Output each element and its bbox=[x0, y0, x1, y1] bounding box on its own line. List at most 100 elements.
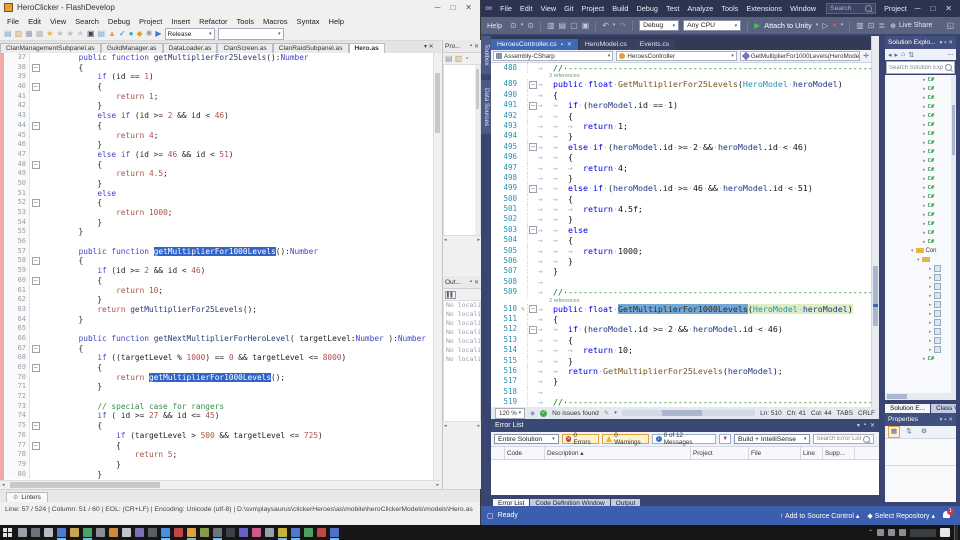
solution-explorer-search-box[interactable]: Search Solution Exp bbox=[886, 61, 955, 74]
navigate-forward-icon[interactable]: ⊙ bbox=[527, 21, 534, 30]
close-icon[interactable]: ✕ bbox=[948, 40, 953, 46]
chevron-down-icon[interactable]: ▾ bbox=[841, 21, 844, 30]
vs-titlebar[interactable]: ∞ File Edit View Git Project Build Debug Test An… bbox=[481, 0, 960, 17]
code-line[interactable]: 76 if (targetLevel > 500 && targetLevel … bbox=[0, 430, 433, 441]
menu-item-search[interactable]: Search bbox=[75, 17, 99, 26]
code-line[interactable]: 51 else bbox=[0, 188, 433, 199]
tab-ClanManagementSubpanel.as[interactable]: ClanManagementSubpanel.as bbox=[0, 43, 101, 53]
menu-item-debug[interactable]: Debug bbox=[636, 4, 658, 13]
taskbar-app-icon[interactable] bbox=[122, 528, 131, 537]
fold-collapse-icon[interactable]: – bbox=[529, 226, 537, 235]
vs-error-list-header[interactable]: Error List ▾ ▪ ✕ bbox=[491, 419, 879, 432]
code-line[interactable]: 79 } bbox=[0, 459, 433, 470]
tab-HeroModel.cs[interactable]: HeroModel.cs bbox=[578, 39, 633, 50]
scroll-left-icon[interactable]: ◂ bbox=[444, 423, 447, 429]
tree-item-project[interactable]: ▸ C# bbox=[885, 192, 956, 201]
code-line[interactable]: 64 } bbox=[0, 314, 433, 325]
tree-item-folder[interactable]: ▾ bbox=[885, 255, 956, 264]
menu-item-help[interactable]: Help bbox=[487, 21, 502, 30]
menu-item-window[interactable]: Window bbox=[790, 4, 816, 13]
code-line[interactable]: 52– { bbox=[0, 198, 433, 208]
code-line[interactable]: 516 → → return·GetMultiplierFor25Levels(h… bbox=[491, 365, 871, 377]
fd-toolbar-icon[interactable]: ★ bbox=[77, 30, 84, 38]
code-line[interactable]: 45 return 4; bbox=[0, 130, 433, 141]
split-window-icon[interactable]: ✛ bbox=[863, 52, 869, 60]
scroll-right-icon[interactable]: ▸ bbox=[436, 482, 439, 488]
tree-item-project[interactable]: ▸ C# bbox=[885, 84, 956, 93]
fold-marker[interactable]: – bbox=[30, 275, 41, 286]
code-line[interactable]: 80 } bbox=[0, 469, 433, 480]
scroll-left-icon[interactable]: ◂ bbox=[2, 482, 5, 488]
fd-horizontal-scrollbar[interactable]: ◂ ▸ bbox=[0, 480, 441, 489]
home-icon[interactable]: ⌂ bbox=[901, 51, 905, 58]
code-line[interactable]: 493 → → → return·1; bbox=[491, 120, 871, 132]
notifications-button[interactable]: 1 bbox=[943, 508, 954, 520]
vs-zoom-select[interactable]: 120 % ▾ bbox=[495, 407, 526, 419]
tree-item-project[interactable]: ▸ C# bbox=[885, 201, 956, 210]
fold-marker[interactable]: – bbox=[30, 440, 41, 451]
back-icon[interactable]: ◂ bbox=[888, 51, 892, 59]
add-to-source-control-button[interactable]: ↑ Add to Source Control ▴ bbox=[780, 512, 859, 520]
fd-toolbar-icon[interactable]: ▦ bbox=[36, 30, 44, 38]
redo-icon[interactable]: ↷ bbox=[619, 21, 626, 30]
menu-item-refactor[interactable]: Refactor bbox=[199, 17, 227, 26]
taskbar-app-icon[interactable] bbox=[330, 528, 339, 540]
column-header-icon[interactable] bbox=[491, 447, 505, 459]
code-line[interactable]: 40– { bbox=[0, 82, 433, 92]
fd-tab-overflow-controls[interactable]: ▾ ✕ bbox=[424, 43, 434, 50]
filter-icon[interactable]: ▼ bbox=[719, 434, 732, 444]
fold-marker[interactable]: – bbox=[527, 79, 538, 90]
minimize-icon[interactable]: ─ bbox=[435, 3, 441, 12]
fold-collapse-icon[interactable]: – bbox=[529, 184, 537, 193]
code-line[interactable]: 501 → → → return·4.5f; bbox=[491, 204, 871, 215]
taskbar-app-icon[interactable] bbox=[213, 528, 222, 540]
error-scope-select[interactable]: Entire Solution ▾ bbox=[494, 434, 559, 444]
code-line[interactable]: 72 bbox=[0, 392, 433, 402]
menu-item-tools[interactable]: Tools bbox=[237, 17, 255, 26]
tab-ClanScreen.as[interactable]: ClanScreen.as bbox=[217, 43, 273, 53]
solution-explorer-tree[interactable]: ▸ C# ▸ C# ▸ C# ▸ C# ▸ C# ▸ C# ▸ C# ▸ C# ▸ C# ▸ C# ▸ C# ▸ C# ▸ C# ▸… bbox=[885, 75, 956, 393]
tree-item-project[interactable]: ▸ C# bbox=[885, 129, 956, 138]
code-line[interactable]: 73 // special case for rangers bbox=[0, 401, 433, 412]
fold-collapse-icon[interactable]: – bbox=[31, 276, 40, 285]
undo-icon[interactable]: ↶ bbox=[602, 21, 609, 30]
start-without-debug-icon[interactable]: ▷ bbox=[822, 21, 828, 30]
tab-Events.cs[interactable]: Events.cs bbox=[633, 39, 676, 50]
code-line[interactable]: 60– { bbox=[0, 275, 433, 286]
scrollbar-thumb[interactable] bbox=[873, 266, 878, 326]
error-list-search-box[interactable]: Search Error List bbox=[813, 434, 875, 444]
fold-marker[interactable]: – bbox=[30, 421, 41, 431]
code-line[interactable]: 510 ✎ – → public·float·GetMultiplierFor1000… bbox=[491, 303, 871, 314]
fold-collapse-icon[interactable]: – bbox=[31, 441, 40, 450]
fold-marker[interactable]: – bbox=[30, 343, 41, 354]
solution-explorer-header[interactable]: Solution Explo... ▾ ▪ ✕ bbox=[885, 36, 956, 49]
editor-health-icon[interactable]: ◈ bbox=[530, 409, 535, 417]
navigate-back-icon[interactable]: ⊙ bbox=[510, 21, 517, 30]
fold-collapse-icon[interactable]: – bbox=[529, 143, 537, 152]
tree-item-project[interactable]: ▸ C# bbox=[885, 120, 956, 129]
tree-item-project[interactable]: ▸ C# bbox=[885, 111, 956, 120]
fd-toolbar-icon[interactable]: ▤ bbox=[98, 30, 106, 38]
tree-item-project[interactable]: ▸ C# bbox=[885, 237, 956, 246]
find-in-files-icon[interactable]: ▥ bbox=[856, 21, 864, 30]
messages-filter-button[interactable]: i 0 of 12 Messages bbox=[651, 432, 717, 446]
fd-project-scrollbar[interactable] bbox=[475, 65, 480, 235]
vs-vertical-scrollbar[interactable] bbox=[871, 36, 879, 407]
code-line[interactable]: 505 → → → return·1000; bbox=[491, 245, 871, 257]
fold-collapse-icon[interactable]: – bbox=[529, 305, 537, 314]
hot-reload-icon[interactable]: ● bbox=[832, 22, 836, 29]
vs-member-dropdown[interactable]: GetMultiplierFor1000Levels(HeroModel h ▾ bbox=[739, 51, 861, 61]
tree-item-project[interactable]: ▸ C# bbox=[885, 93, 956, 102]
pin-icon[interactable]: ▪ bbox=[864, 422, 866, 429]
vs-issues-label[interactable]: No issues found bbox=[552, 410, 599, 417]
fold-collapse-icon[interactable]: – bbox=[31, 63, 40, 72]
fd-toolbar-icon[interactable]: ▥ bbox=[15, 30, 23, 38]
code-line[interactable]: 39 if (id == 1) bbox=[0, 72, 433, 83]
tree-item-folder[interactable]: ▾ Con bbox=[885, 246, 956, 255]
code-line[interactable]: 509 → //·--------------------------------… bbox=[491, 287, 871, 298]
code-line[interactable]: 54 } bbox=[0, 217, 433, 228]
menu-item-insert[interactable]: Insert bbox=[171, 17, 190, 26]
fd-linters-tab[interactable]: ⚙ Linters bbox=[6, 491, 48, 502]
code-line[interactable]: 68 if ((targetLevel % 1000) == 0 && targ… bbox=[0, 353, 433, 363]
vs-platform-select[interactable]: Any CPU ▾ bbox=[683, 20, 742, 31]
